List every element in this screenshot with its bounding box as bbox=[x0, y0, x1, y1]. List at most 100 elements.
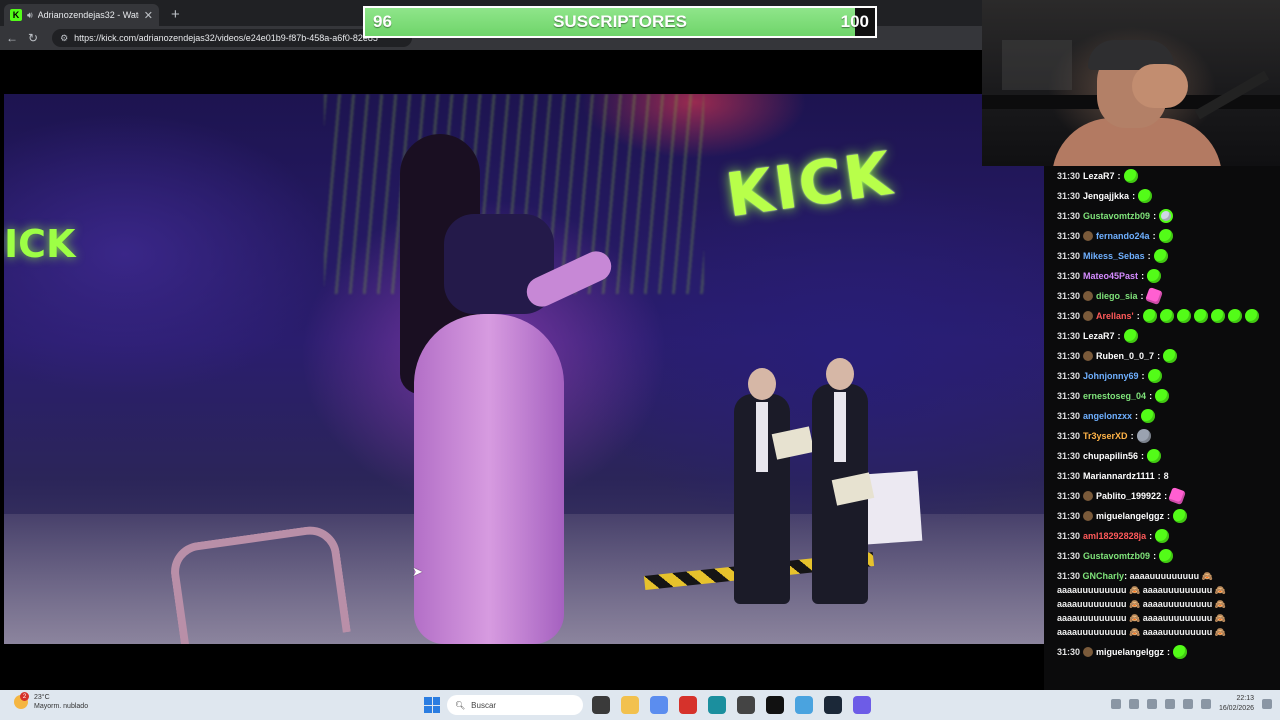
file-explorer-icon[interactable] bbox=[621, 696, 639, 714]
speaker-icon[interactable]: 🔊︎ bbox=[27, 10, 33, 21]
chat-emote-icon[interactable] bbox=[1155, 529, 1170, 543]
chat-timestamp: 31:30 bbox=[1057, 551, 1081, 561]
chat-emote-icon[interactable] bbox=[1144, 287, 1163, 305]
tray-app-icon[interactable] bbox=[1128, 699, 1139, 709]
search-placeholder: Buscar bbox=[471, 700, 497, 710]
notifications-icon[interactable] bbox=[1262, 699, 1272, 709]
discord-icon[interactable] bbox=[853, 696, 871, 714]
chat-username[interactable]: LezaR7 bbox=[1083, 169, 1115, 183]
chat-username[interactable]: Mariannardz1111 bbox=[1083, 469, 1155, 483]
chat-username[interactable]: Gustavomtzb09 bbox=[1083, 549, 1150, 563]
battery-icon[interactable] bbox=[1200, 699, 1211, 709]
chat-separator: : bbox=[1164, 491, 1168, 501]
chat-username[interactable]: GNCharly bbox=[1083, 571, 1125, 581]
chat-timestamp: 31:30 bbox=[1057, 511, 1081, 521]
chat-message: 31:30 Mariannardz1111:8 bbox=[1057, 466, 1274, 486]
chat-username[interactable]: angelonzxx bbox=[1083, 409, 1132, 423]
video-frame[interactable]: KICK ICK bbox=[4, 94, 1044, 644]
back-icon[interactable]: ← bbox=[6, 31, 18, 45]
chat-separator: : bbox=[1153, 551, 1157, 561]
chat-emote-icon[interactable] bbox=[1158, 229, 1173, 243]
chat-emote-icon[interactable] bbox=[1141, 409, 1156, 423]
chat-emote-icon[interactable] bbox=[1123, 169, 1138, 183]
chat-username[interactable]: ernestoseg_04 bbox=[1083, 389, 1146, 403]
chat-emote-icon[interactable] bbox=[1210, 309, 1225, 323]
chat-emote-icon[interactable] bbox=[1138, 189, 1153, 203]
notepad-icon[interactable] bbox=[795, 696, 813, 714]
app-black-icon[interactable] bbox=[766, 696, 784, 714]
chat-username[interactable]: miguelangelggz bbox=[1096, 645, 1164, 659]
chat-username[interactable]: LezaR7 bbox=[1083, 329, 1115, 343]
chat-username[interactable]: Mikess_Sebas bbox=[1083, 249, 1145, 263]
chat-emote-icon[interactable] bbox=[1176, 309, 1191, 323]
chat-timestamp: 31:30 bbox=[1057, 391, 1081, 401]
chat-emote-icon[interactable] bbox=[1147, 269, 1162, 283]
video-player[interactable]: KICK ICK bbox=[0, 50, 1044, 690]
chat-emote-icon[interactable] bbox=[1153, 249, 1168, 263]
weather-description: Mayorm. nublado bbox=[34, 703, 89, 710]
task-view-icon[interactable] bbox=[592, 696, 610, 714]
chat-message: 31:30 Jengajjkka: bbox=[1057, 186, 1274, 206]
chat-username[interactable]: Arellans' bbox=[1096, 309, 1134, 323]
chat-separator: : bbox=[1132, 191, 1136, 201]
chat-emote-icon[interactable] bbox=[1168, 487, 1187, 505]
chat-separator: : bbox=[1157, 471, 1161, 481]
chat-separator: : bbox=[1152, 231, 1156, 241]
chat-emote-icon[interactable] bbox=[1159, 309, 1174, 323]
volume-icon[interactable] bbox=[1182, 699, 1193, 709]
subscriber-goal-current: 96 bbox=[373, 12, 392, 31]
chat-separator: : bbox=[1141, 451, 1145, 461]
chat-emote-icon[interactable] bbox=[1159, 209, 1174, 223]
reload-icon[interactable]: ↻ bbox=[28, 31, 38, 45]
chat-emote-icon[interactable] bbox=[1173, 645, 1188, 659]
chat-emote-icon[interactable] bbox=[1244, 309, 1259, 323]
start-button-icon[interactable] bbox=[424, 697, 440, 713]
chat-username[interactable]: aml18292828ja bbox=[1083, 529, 1146, 543]
site-info-icon[interactable]: ⚙ bbox=[60, 33, 68, 44]
chat-message: 31:30 Mateo45Past: bbox=[1057, 266, 1274, 286]
tray-expand-icon[interactable] bbox=[1110, 699, 1121, 709]
chat-timestamp: 31:30 bbox=[1057, 171, 1081, 181]
copilot-icon[interactable] bbox=[650, 696, 668, 714]
chat-emote-icon[interactable] bbox=[1155, 389, 1170, 403]
browser-tab[interactable]: K 🔊︎ Adrianozendejas32 - Watch th ✕ bbox=[4, 4, 159, 26]
wifi-icon[interactable] bbox=[1164, 699, 1175, 709]
chat-emote-icon[interactable] bbox=[1123, 329, 1138, 343]
chat-emote-icon[interactable] bbox=[1136, 429, 1151, 443]
chat-message: 31:30 Pablito_199922: bbox=[1057, 486, 1274, 506]
taskbar-search[interactable]: 🔍︎ Buscar bbox=[447, 695, 583, 715]
chat-emote-icon[interactable] bbox=[1163, 349, 1178, 363]
edge-browser-icon[interactable] bbox=[708, 696, 726, 714]
close-tab-icon[interactable]: ✕ bbox=[144, 9, 153, 22]
chat-username[interactable]: miguelangelggz bbox=[1096, 509, 1164, 523]
chat-username[interactable]: fernando24a bbox=[1096, 229, 1150, 243]
chat-emote-icon[interactable] bbox=[1193, 309, 1208, 323]
chat-emote-icon[interactable] bbox=[1173, 509, 1188, 523]
chat-emote-icon[interactable] bbox=[1227, 309, 1242, 323]
chat-username[interactable]: Gustavomtzb09 bbox=[1083, 209, 1150, 223]
chat-username[interactable]: Mateo45Past bbox=[1083, 269, 1138, 283]
chat-username[interactable]: Ruben_0_0_7 bbox=[1096, 349, 1154, 363]
chat-username[interactable]: chupapilin56 bbox=[1083, 449, 1138, 463]
chat-username[interactable]: Jengajjkka bbox=[1083, 189, 1129, 203]
chat-username[interactable]: diego_sia bbox=[1096, 289, 1138, 303]
app-red-icon[interactable] bbox=[679, 696, 697, 714]
tray-onedrive-icon[interactable] bbox=[1146, 699, 1157, 709]
chat-username[interactable]: Pablito_199922 bbox=[1096, 489, 1161, 503]
kick-neon-sign-left: ICK bbox=[4, 222, 76, 266]
app-dark-icon[interactable] bbox=[737, 696, 755, 714]
url-field[interactable]: ⚙ https://kick.com/adrianozendejas32/vid… bbox=[52, 29, 413, 47]
chat-emote-icon[interactable] bbox=[1159, 549, 1174, 563]
clock[interactable]: 22:13 16/02/2026 bbox=[1219, 694, 1254, 714]
weather-widget[interactable]: 2 23°C Mayorm. nublado bbox=[14, 692, 89, 711]
chat-username[interactable]: Johnjonny69 bbox=[1083, 369, 1139, 383]
chat-separator: : bbox=[1149, 391, 1153, 401]
mouse-cursor-icon: ➤ bbox=[412, 564, 423, 579]
chat-emote-icon[interactable] bbox=[1142, 309, 1157, 323]
chat-emote-icon[interactable] bbox=[1147, 369, 1162, 383]
windows-taskbar: 2 23°C Mayorm. nublado 🔍︎ Buscar 22:13 1… bbox=[0, 690, 1280, 720]
chat-username[interactable]: Tr3yserXD bbox=[1083, 429, 1128, 443]
steam-icon[interactable] bbox=[824, 696, 842, 714]
chat-emote-icon[interactable] bbox=[1147, 449, 1162, 463]
new-tab-button[interactable]: + bbox=[171, 6, 180, 23]
